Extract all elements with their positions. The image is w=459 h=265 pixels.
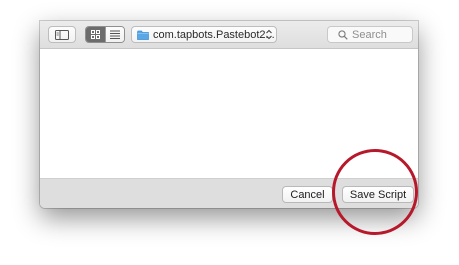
- grid-icon: [91, 30, 100, 39]
- sidebar-toggle-button[interactable]: [48, 26, 76, 43]
- sidebar-icon: [55, 29, 69, 40]
- folder-icon: [137, 30, 149, 40]
- list-view-button[interactable]: [105, 27, 124, 42]
- cancel-button[interactable]: Cancel: [282, 186, 333, 203]
- up-down-chevron-icon: [266, 29, 272, 40]
- search-icon: [338, 29, 348, 40]
- highlight-circle: [332, 149, 418, 235]
- location-popup[interactable]: com.tapbots.Pastebot2...: [131, 26, 277, 43]
- location-label: com.tapbots.Pastebot2...: [153, 28, 275, 41]
- search-field[interactable]: [327, 26, 413, 43]
- stage: com.tapbots.Pastebot2... Cancel Save Scr…: [0, 0, 459, 265]
- icon-view-button[interactable]: [86, 27, 105, 42]
- dialog-toolbar: com.tapbots.Pastebot2...: [40, 21, 418, 49]
- list-icon: [110, 30, 120, 39]
- view-mode-control: [85, 26, 125, 43]
- search-input[interactable]: [352, 28, 412, 41]
